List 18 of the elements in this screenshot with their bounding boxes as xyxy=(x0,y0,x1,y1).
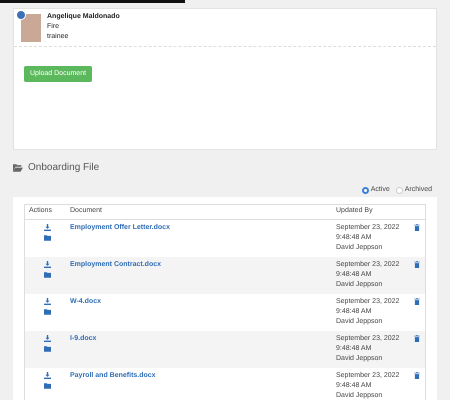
download-icon[interactable] xyxy=(44,334,51,342)
trash-icon[interactable] xyxy=(414,334,420,342)
download-icon[interactable] xyxy=(44,224,51,230)
trash-icon[interactable] xyxy=(414,224,420,230)
trash-icon[interactable] xyxy=(414,372,420,378)
trash-icon[interactable] xyxy=(414,298,420,304)
trash-icon[interactable] xyxy=(414,260,420,268)
folder-icon[interactable] xyxy=(44,382,51,388)
folder-icon[interactable] xyxy=(44,272,51,278)
folder-open-icon xyxy=(13,164,23,172)
download-icon[interactable] xyxy=(44,260,51,268)
folder-icon[interactable] xyxy=(44,308,51,314)
folder-icon[interactable] xyxy=(44,346,51,352)
folder-icon[interactable] xyxy=(44,234,51,240)
section-title: Onboarding File xyxy=(28,161,100,175)
avatar-placeholder xyxy=(21,14,41,42)
download-icon[interactable] xyxy=(44,372,51,378)
download-icon[interactable] xyxy=(44,298,51,304)
